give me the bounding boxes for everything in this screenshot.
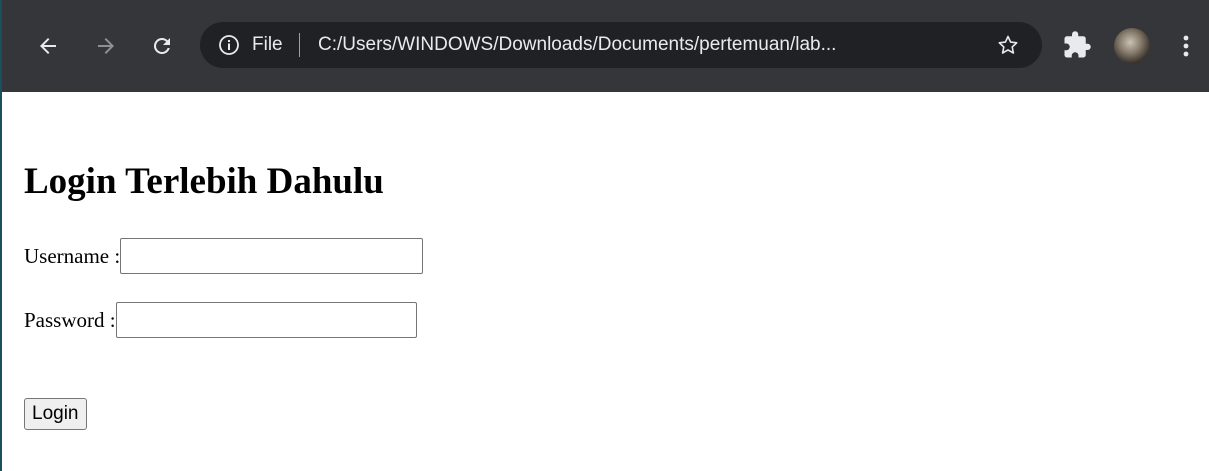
page-title: Login Terlebih Dahulu [24, 161, 384, 202]
avatar[interactable] [1114, 28, 1150, 64]
forward-button[interactable] [88, 28, 124, 64]
username-row: Username : [24, 238, 424, 274]
info-icon[interactable] [218, 34, 240, 56]
username-input[interactable] [120, 238, 424, 274]
password-row: Password : [24, 302, 417, 338]
address-bar[interactable]: File C:/Users/WINDOWS/Downloads/Document… [200, 22, 1042, 68]
puzzle-icon[interactable] [1062, 30, 1092, 60]
username-label: Username : [24, 244, 121, 268]
url-text[interactable]: C:/Users/WINDOWS/Downloads/Documents/per… [318, 33, 836, 57]
star-icon[interactable] [996, 33, 1020, 57]
arrow-right-icon [98, 38, 114, 54]
login-button[interactable]: Login [24, 398, 87, 430]
browser-toolbar: File C:/Users/WINDOWS/Downloads/Document… [2, 0, 1209, 92]
reload-icon [153, 37, 170, 54]
omnibox-separator [299, 33, 300, 57]
arrow-left-icon [40, 38, 56, 54]
site-info-chip-label[interactable]: File [252, 33, 283, 57]
password-input[interactable] [115, 302, 417, 338]
vertical-dots-icon[interactable] [1174, 28, 1198, 64]
password-label: Password : [24, 308, 116, 332]
back-button[interactable] [30, 28, 66, 64]
reload-button[interactable] [144, 28, 180, 64]
browser-window: File C:/Users/WINDOWS/Downloads/Document… [0, 0, 1209, 471]
